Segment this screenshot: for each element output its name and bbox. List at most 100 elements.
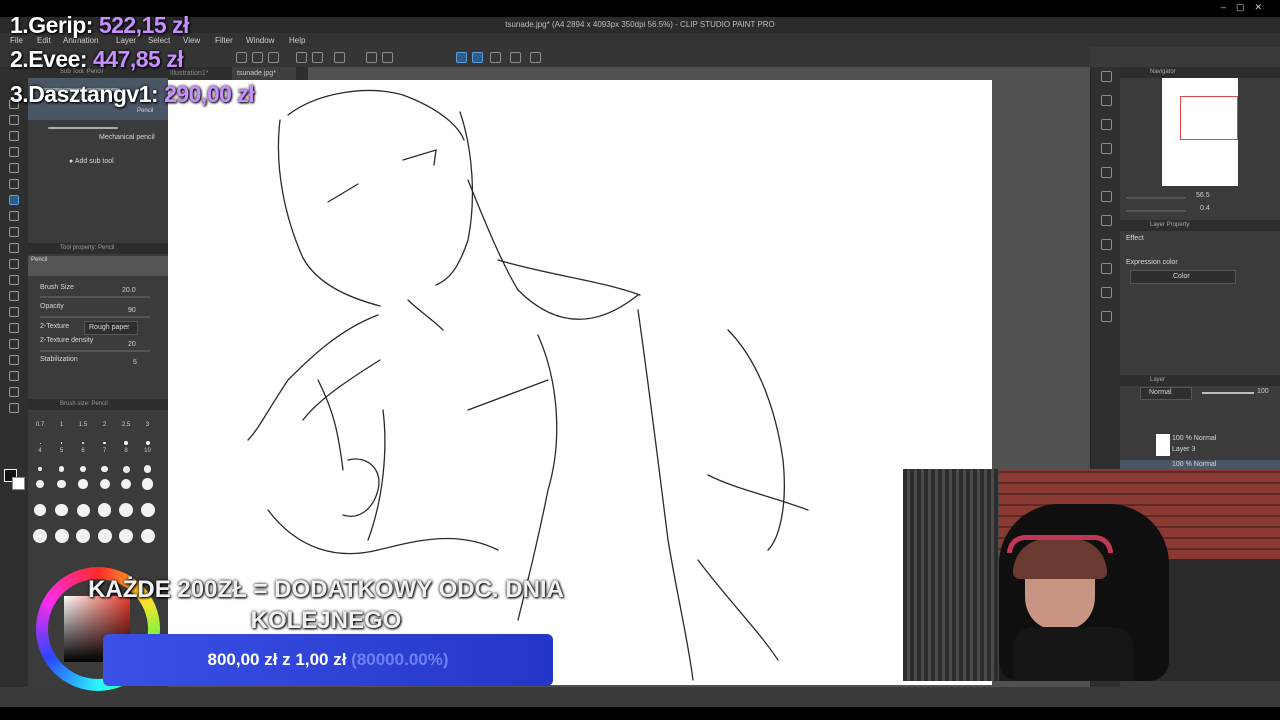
image-icon[interactable] xyxy=(1101,263,1112,274)
undo-icon[interactable] xyxy=(296,52,307,63)
ruler-icon[interactable] xyxy=(510,52,521,63)
brush-size-option[interactable]: 0.7 xyxy=(31,422,49,446)
brush-size-option[interactable] xyxy=(31,526,49,550)
brush-size-option[interactable]: 6 xyxy=(74,448,92,472)
brush-size-option[interactable]: 2 xyxy=(96,422,114,446)
layer-opacity-slider[interactable] xyxy=(1202,392,1254,394)
brush-size-option[interactable]: 5 xyxy=(53,448,71,472)
balloon-tool-icon[interactable] xyxy=(9,387,19,397)
layer-icon[interactable] xyxy=(1101,119,1112,130)
snap-grid-icon[interactable] xyxy=(472,52,483,63)
brush-size-option[interactable]: 1.5 xyxy=(74,422,92,446)
pencil-tool-icon[interactable] xyxy=(9,195,19,205)
texture-select[interactable]: Rough paper xyxy=(84,321,138,335)
navigator-zoom-slider[interactable] xyxy=(1126,197,1186,199)
figure-tool-icon[interactable] xyxy=(9,323,19,333)
layer-row[interactable]: 100 % Normal Layer 3 xyxy=(1120,434,1280,460)
texture-density-label: 2-Texture density xyxy=(40,337,94,344)
eraser-tool-icon[interactable] xyxy=(9,259,19,269)
brush-size-option[interactable] xyxy=(53,526,71,550)
brush-size-option[interactable] xyxy=(96,500,114,524)
navigator-zoom-value[interactable]: 56.5 xyxy=(1196,192,1210,199)
brush-size-option[interactable] xyxy=(117,474,135,498)
texture-density-slider[interactable] xyxy=(40,350,150,352)
sub-color-swatch[interactable] xyxy=(12,477,25,490)
settings-icon[interactable] xyxy=(530,52,541,63)
decoration-tool-icon[interactable] xyxy=(9,243,19,253)
brush-size-option[interactable] xyxy=(117,500,135,524)
brush-size-option[interactable] xyxy=(31,474,49,498)
brush-size-option[interactable] xyxy=(96,474,114,498)
image-icon[interactable] xyxy=(1101,287,1112,298)
snap-special-icon[interactable] xyxy=(490,52,501,63)
image-icon[interactable] xyxy=(1101,191,1112,202)
brush-size-option[interactable] xyxy=(139,526,157,550)
image-icon[interactable] xyxy=(1101,311,1112,322)
close-icon[interactable] xyxy=(1101,143,1112,154)
gradient-tool-icon[interactable] xyxy=(9,307,19,317)
brush-size-option[interactable]: 8 xyxy=(117,448,135,473)
opacity-slider[interactable] xyxy=(40,316,150,318)
brush-size-option[interactable] xyxy=(74,500,92,524)
brush-size-option[interactable] xyxy=(139,474,157,498)
eyedropper-icon[interactable] xyxy=(9,163,19,173)
brush-size-option[interactable] xyxy=(53,474,71,498)
navigator-angle-slider[interactable] xyxy=(1126,210,1186,212)
menu-help[interactable]: Help xyxy=(289,36,305,45)
transform-icon[interactable] xyxy=(382,52,393,63)
ruler-tool-icon[interactable] xyxy=(9,355,19,365)
opacity-value[interactable]: 90 xyxy=(128,307,136,314)
navigator-thumbnail[interactable] xyxy=(1162,78,1238,186)
open-file-icon[interactable] xyxy=(252,52,263,63)
image-icon[interactable] xyxy=(1101,215,1112,226)
fill-tool-icon[interactable] xyxy=(9,291,19,301)
brush-size-option[interactable]: 10 xyxy=(139,448,157,473)
navigator-angle-value[interactable]: 0.4 xyxy=(1200,205,1210,212)
blend-tool-icon[interactable] xyxy=(9,275,19,285)
texture-density-value[interactable]: 20 xyxy=(128,341,136,348)
airbrush-tool-icon[interactable] xyxy=(9,227,19,237)
save-icon[interactable] xyxy=(268,52,279,63)
new-file-icon[interactable] xyxy=(236,52,247,63)
image-icon[interactable] xyxy=(1101,239,1112,250)
pen-tool-icon[interactable] xyxy=(9,179,19,189)
brush-size-value[interactable]: 20.0 xyxy=(122,287,136,294)
sub-tool-item-mechanical[interactable]: Mechanical pencil xyxy=(28,122,168,146)
redo-icon[interactable] xyxy=(312,52,323,63)
brush-size-option[interactable] xyxy=(31,500,49,524)
brush-size-option[interactable]: 2.5 xyxy=(117,422,135,446)
move-tool-icon[interactable] xyxy=(9,115,19,125)
blend-mode-select[interactable]: Normal xyxy=(1140,387,1192,400)
brush-size-option[interactable] xyxy=(74,526,92,550)
frame-tool-icon[interactable] xyxy=(9,339,19,349)
brush-size-option[interactable] xyxy=(96,526,114,550)
text-tool-icon[interactable] xyxy=(9,371,19,381)
add-sub-tool-button[interactable]: ● Add sub tool xyxy=(69,158,114,165)
magic-wand-icon[interactable] xyxy=(9,147,19,157)
brush-size-option[interactable] xyxy=(53,500,71,524)
tab-tsunade[interactable]: tsunade.jpg* xyxy=(232,67,296,80)
brush-size-option[interactable] xyxy=(117,526,135,550)
material-icon[interactable] xyxy=(1101,167,1112,178)
expression-color-select[interactable]: Color xyxy=(1130,270,1236,284)
fill-icon[interactable] xyxy=(366,52,377,63)
stabilization-value[interactable]: 5 xyxy=(133,359,137,366)
brush-size-option[interactable] xyxy=(74,474,92,498)
window-controls[interactable]: –▢✕ xyxy=(1221,2,1272,13)
brush-tool-icon[interactable] xyxy=(9,211,19,221)
brush-size-option[interactable]: 3 xyxy=(139,422,157,446)
brush-size-option[interactable]: 4 xyxy=(31,448,49,472)
loading-icon[interactable] xyxy=(334,52,345,63)
brush-size-option[interactable]: 7 xyxy=(96,448,114,473)
brush-size-option[interactable]: 1 xyxy=(53,422,71,446)
layer-opacity-value[interactable]: 100 xyxy=(1257,388,1269,395)
lasso-tool-icon[interactable] xyxy=(9,131,19,141)
brush-size-slider[interactable] xyxy=(40,296,150,298)
search-icon[interactable] xyxy=(1101,71,1112,82)
correct-line-tool-icon[interactable] xyxy=(9,403,19,413)
menu-filter[interactable]: Filter xyxy=(215,36,233,45)
brush-size-option[interactable] xyxy=(139,500,157,524)
menu-window[interactable]: Window xyxy=(246,36,274,45)
close-icon[interactable] xyxy=(1101,95,1112,106)
snap-ruler-icon[interactable] xyxy=(456,52,467,63)
